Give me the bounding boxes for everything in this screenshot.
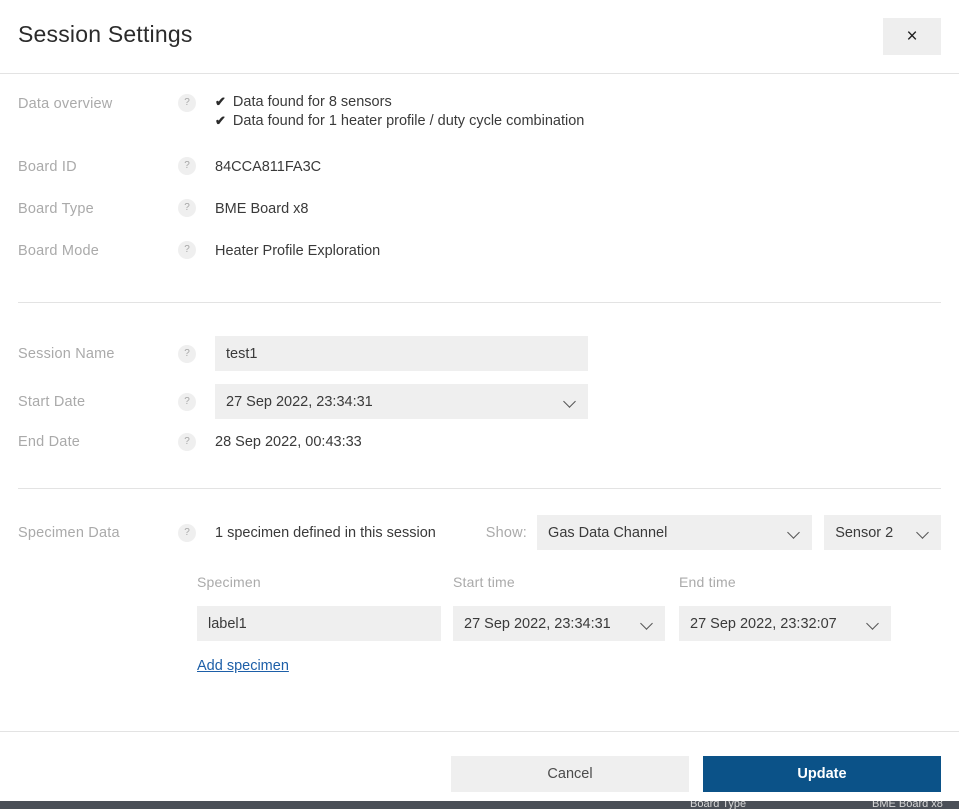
list-item: ✔ Data found for 1 heater profile / duty…: [215, 113, 584, 129]
background-text-a: Board Type: [690, 801, 747, 809]
row-end-date: End Date ? 28 Sep 2022, 00:43:33: [18, 432, 941, 452]
background-page-sliver: Board Type BME Board x8: [0, 801, 959, 809]
help-icon-end-date[interactable]: ?: [178, 433, 196, 451]
row-data-overview: Data overview ? ✔ Data found for 8 senso…: [18, 94, 941, 129]
value-board-mode: Heater Profile Exploration: [215, 243, 381, 259]
help-icon-board-type[interactable]: ?: [178, 199, 196, 217]
data-overview-list: ✔ Data found for 8 sensors ✔ Data found …: [215, 94, 584, 129]
help-icon-specimen-data[interactable]: ?: [178, 523, 196, 542]
dialog-footer: Cancel Update: [0, 731, 959, 792]
value-board-id: 84CCA811FA3C: [215, 159, 322, 175]
check-icon: ✔: [215, 94, 226, 109]
help-icon-start-date[interactable]: ?: [178, 392, 196, 411]
chevron-down-icon: [917, 526, 930, 539]
table-row: 27 Sep 2022, 23:34:31 27 Sep 2022, 23:32…: [18, 606, 941, 641]
background-text-b: BME Board x8: [872, 801, 943, 809]
chevron-down-icon: [867, 617, 880, 630]
close-icon: ×: [906, 26, 918, 47]
check-icon: ✔: [215, 113, 226, 128]
session-section: Session Name ? Start Date ? 27 Sep 2022,…: [0, 303, 959, 452]
row-start-date: Start Date ? 27 Sep 2022, 23:34:31: [18, 384, 941, 419]
gas-data-channel-select[interactable]: Gas Data Channel: [537, 515, 813, 550]
label-show: Show:: [485, 524, 528, 541]
gas-data-channel-value: Gas Data Channel: [548, 524, 668, 541]
add-specimen-link[interactable]: Add specimen: [197, 658, 289, 674]
value-board-type: BME Board x8: [215, 201, 309, 217]
row-board-id: Board ID ? 84CCA811FA3C: [18, 157, 941, 177]
dialog-body: Data overview ? ✔ Data found for 8 senso…: [0, 74, 959, 675]
row-session-name: Session Name ?: [18, 336, 941, 371]
label-start-date: Start Date: [18, 393, 86, 410]
label-board-mode: Board Mode: [18, 243, 99, 259]
row-board-type: Board Type ? BME Board x8: [18, 199, 941, 219]
data-overview-text: Data found for 1 heater profile / duty c…: [232, 113, 585, 129]
help-icon-board-mode[interactable]: ?: [178, 241, 196, 259]
sensor-select[interactable]: Sensor 2: [824, 515, 941, 550]
close-button[interactable]: ×: [883, 18, 941, 55]
specimen-summary: 1 specimen defined in this session: [215, 524, 436, 541]
row-board-mode: Board Mode ? Heater Profile Exploration: [18, 241, 941, 261]
specimen-end-time-value: 27 Sep 2022, 23:32:07: [690, 615, 837, 632]
data-overview-section: Data overview ? ✔ Data found for 8 senso…: [0, 74, 959, 129]
list-item: ✔ Data found for 8 sensors: [215, 94, 584, 110]
chevron-down-icon: [788, 526, 801, 539]
row-specimen-data: Specimen Data ? 1 specimen defined in th…: [18, 515, 941, 550]
column-header-start-time: Start time: [453, 574, 515, 590]
start-date-select[interactable]: 27 Sep 2022, 23:34:31: [215, 384, 588, 419]
label-board-type: Board Type: [18, 201, 94, 217]
label-end-date: End Date: [18, 434, 81, 450]
cancel-button[interactable]: Cancel: [451, 756, 689, 792]
help-icon-data-overview[interactable]: ?: [178, 94, 196, 112]
chevron-down-icon: [641, 617, 654, 630]
label-board-id: Board ID: [18, 159, 77, 175]
label-session-name: Session Name: [18, 345, 115, 362]
page-title: Session Settings: [18, 21, 193, 47]
help-icon-session-name[interactable]: ?: [178, 344, 196, 363]
sensor-value: Sensor 2: [835, 524, 894, 541]
help-icon-board-id[interactable]: ?: [178, 157, 196, 175]
value-end-date: 28 Sep 2022, 00:43:33: [215, 434, 362, 450]
specimen-name-input[interactable]: [197, 606, 441, 641]
label-specimen-data: Specimen Data: [18, 524, 120, 541]
specimen-section: Specimen Data ? 1 specimen defined in th…: [0, 489, 959, 675]
column-header-end-time: End time: [679, 574, 736, 590]
specimen-start-time-value: 27 Sep 2022, 23:34:31: [464, 615, 611, 632]
board-info-section: Board ID ? 84CCA811FA3C Board Type ? BME…: [0, 129, 959, 261]
update-button[interactable]: Update: [703, 756, 941, 792]
session-settings-dialog: Session Settings × Data overview ? ✔ Dat…: [0, 0, 959, 801]
dialog-header: Session Settings ×: [0, 0, 959, 74]
column-header-specimen: Specimen: [197, 574, 261, 590]
chevron-down-icon: [564, 395, 577, 408]
specimen-end-time-select[interactable]: 27 Sep 2022, 23:32:07: [679, 606, 891, 641]
specimen-table-header: Specimen Start time End time: [18, 574, 941, 594]
start-date-value: 27 Sep 2022, 23:34:31: [226, 393, 373, 410]
specimen-start-time-select[interactable]: 27 Sep 2022, 23:34:31: [453, 606, 665, 641]
label-data-overview: Data overview: [18, 96, 113, 112]
data-overview-text: Data found for 8 sensors: [232, 94, 392, 110]
session-name-input[interactable]: [215, 336, 588, 371]
